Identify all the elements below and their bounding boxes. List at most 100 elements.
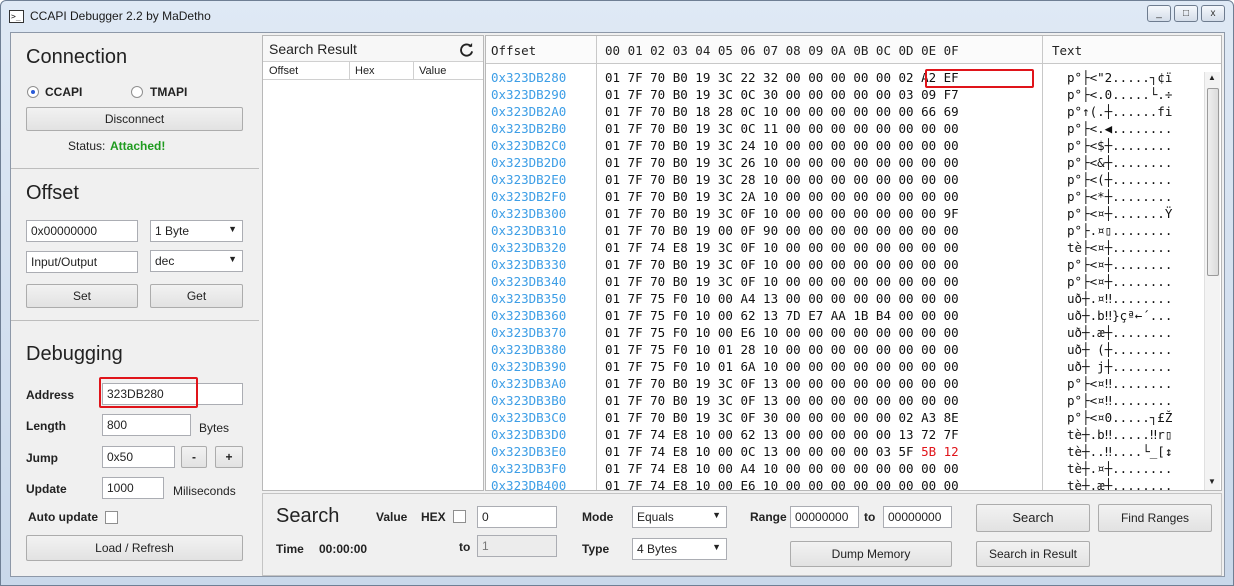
scrollbar-thumb[interactable] — [1207, 88, 1219, 276]
row-offset[interactable]: 0x323DB3D0 — [491, 427, 566, 442]
row-offset[interactable]: 0x323DB340 — [491, 274, 566, 289]
row-bytes[interactable]: 01 7F 74 E8 19 3C 0F 10 00 00 00 00 00 0… — [605, 240, 959, 255]
value-to-input[interactable]: 1 — [477, 535, 557, 557]
row-bytes[interactable]: 01 7F 70 B0 19 3C 0F 10 00 00 00 00 00 0… — [605, 274, 959, 289]
load-refresh-button[interactable]: Load / Refresh — [26, 535, 243, 561]
row-bytes[interactable]: 01 7F 75 F0 10 01 28 10 00 00 00 00 00 0… — [605, 342, 959, 357]
row-offset[interactable]: 0x323DB2F0 — [491, 189, 566, 204]
find-ranges-button[interactable]: Find Ranges — [1098, 504, 1212, 532]
tmapi-radio[interactable] — [131, 86, 143, 98]
row-offset[interactable]: 0x323DB2D0 — [491, 155, 566, 170]
row-offset[interactable]: 0x323DB3C0 — [491, 410, 566, 425]
byte-size-value: 1 Byte — [155, 224, 190, 238]
offset-input[interactable]: 0x00000000 — [26, 220, 138, 242]
row-offset[interactable]: 0x323DB280 — [491, 70, 566, 85]
length-input[interactable]: 800 — [102, 414, 191, 436]
row-bytes[interactable]: 01 7F 74 E8 10 00 0C 13 00 00 00 00 03 5… — [605, 444, 959, 459]
row-offset[interactable]: 0x323DB390 — [491, 359, 566, 374]
update-input[interactable]: 1000 — [102, 477, 164, 499]
row-offset[interactable]: 0x323DB370 — [491, 325, 566, 340]
row-bytes[interactable]: 01 7F 70 B0 19 3C 26 10 00 00 00 00 00 0… — [605, 155, 959, 170]
time-value: 00:00:00 — [319, 542, 368, 556]
row-bytes[interactable]: 01 7F 75 F0 10 00 62 13 7D E7 AA 1B B4 0… — [605, 308, 959, 323]
row-bytes[interactable]: 01 7F 70 B0 19 3C 0F 30 00 00 00 00 00 0… — [605, 410, 959, 425]
scroll-down-icon[interactable]: ▼ — [1208, 477, 1216, 486]
debugging-title: Debugging — [26, 343, 123, 365]
hex-checkbox[interactable] — [453, 510, 466, 523]
set-button[interactable]: Set — [26, 284, 138, 308]
row-offset[interactable]: 0x323DB3E0 — [491, 444, 566, 459]
row-bytes[interactable]: 01 7F 75 F0 10 00 E6 10 00 00 00 00 00 0… — [605, 325, 959, 340]
row-bytes[interactable]: 01 7F 70 B0 19 3C 0C 11 00 00 00 00 00 0… — [605, 121, 959, 136]
row-bytes[interactable]: 01 7F 70 B0 19 3C 0F 10 00 00 00 00 00 0… — [605, 206, 959, 221]
format-select[interactable]: dec ▼ — [150, 250, 243, 272]
title-bar[interactable]: >_ CCAPI Debugger 2.2 by MaDetho _ □ x — [1, 1, 1233, 31]
row-bytes[interactable]: 01 7F 70 B0 19 3C 2A 10 00 00 00 00 00 0… — [605, 189, 959, 204]
hex-header-bytes: 00 01 02 03 04 05 06 07 08 09 0A 0B 0C 0… — [605, 43, 959, 58]
row-offset[interactable]: 0x323DB2A0 — [491, 104, 566, 119]
type-select[interactable]: 4 Bytes ▼ — [632, 538, 727, 560]
hex-header-text: Text — [1052, 43, 1083, 58]
row-offset[interactable]: 0x323DB2E0 — [491, 172, 566, 187]
mode-select[interactable]: Equals ▼ — [632, 506, 727, 528]
tmapi-label[interactable]: TMAPI — [150, 85, 187, 99]
jump-input[interactable]: 0x50 — [102, 446, 175, 468]
search-in-result-button[interactable]: Search in Result — [976, 541, 1090, 567]
row-bytes[interactable]: 01 7F 70 B0 19 3C 22 32 00 00 00 00 00 0… — [605, 70, 959, 85]
row-bytes[interactable]: 01 7F 70 B0 19 3C 0C 30 00 00 00 00 00 0… — [605, 87, 959, 102]
get-button[interactable]: Get — [150, 284, 243, 308]
minimize-button[interactable]: _ — [1147, 5, 1171, 22]
scroll-up-icon[interactable]: ▲ — [1208, 73, 1216, 82]
row-bytes[interactable]: 01 7F 75 F0 10 01 6A 10 00 00 00 00 00 0… — [605, 359, 959, 374]
row-bytes[interactable]: 01 7F 74 E8 10 00 A4 10 00 00 00 00 00 0… — [605, 461, 959, 476]
chevron-down-icon: ▼ — [712, 542, 721, 552]
row-offset[interactable]: 0x323DB360 — [491, 308, 566, 323]
close-button[interactable]: x — [1201, 5, 1225, 22]
row-bytes[interactable]: 01 7F 74 E8 10 00 62 13 00 00 00 00 00 1… — [605, 427, 959, 442]
row-bytes[interactable]: 01 7F 70 B0 19 00 0F 90 00 00 00 00 00 0… — [605, 223, 959, 238]
row-offset[interactable]: 0x323DB350 — [491, 291, 566, 306]
range-label: Range — [750, 510, 787, 524]
row-offset[interactable]: 0x323DB380 — [491, 342, 566, 357]
row-offset[interactable]: 0x323DB3B0 — [491, 393, 566, 408]
row-offset[interactable]: 0x323DB300 — [491, 206, 566, 221]
row-offset[interactable]: 0x323DB2C0 — [491, 138, 566, 153]
column-hex[interactable]: Hex — [355, 65, 375, 77]
column-value[interactable]: Value — [419, 65, 446, 77]
row-offset[interactable]: 0x323DB330 — [491, 257, 566, 272]
jump-plus-button[interactable]: + — [215, 446, 243, 468]
refresh-icon[interactable] — [459, 42, 474, 57]
row-offset[interactable]: 0x323DB3F0 — [491, 461, 566, 476]
row-bytes[interactable]: 01 7F 74 E8 10 00 E6 10 00 00 00 00 00 0… — [605, 478, 959, 490]
range-from-input[interactable]: 00000000 — [790, 506, 859, 528]
row-bytes[interactable]: 01 7F 70 B0 19 3C 0F 13 00 00 00 00 00 0… — [605, 376, 959, 391]
row-bytes[interactable]: 01 7F 75 F0 10 00 A4 13 00 00 00 00 00 0… — [605, 291, 959, 306]
row-offset[interactable]: 0x323DB290 — [491, 87, 566, 102]
row-bytes[interactable]: 01 7F 70 B0 19 3C 28 10 00 00 00 00 00 0… — [605, 172, 959, 187]
maximize-button[interactable]: □ — [1174, 5, 1198, 22]
row-offset[interactable]: 0x323DB3A0 — [491, 376, 566, 391]
byte-size-select[interactable]: 1 Byte ▼ — [150, 220, 243, 242]
row-offset[interactable]: 0x323DB310 — [491, 223, 566, 238]
ccapi-label[interactable]: CCAPI — [45, 85, 82, 99]
search-button[interactable]: Search — [976, 504, 1090, 532]
jump-minus-button[interactable]: - — [181, 446, 207, 468]
row-bytes[interactable]: 01 7F 70 B0 19 3C 24 10 00 00 00 00 00 0… — [605, 138, 959, 153]
row-bytes[interactable]: 01 7F 70 B0 18 28 0C 10 00 00 00 00 00 0… — [605, 104, 959, 119]
value-input[interactable]: 0 — [477, 506, 557, 528]
search-result-title: Search Result — [269, 41, 357, 57]
column-offset[interactable]: Offset — [269, 65, 298, 77]
row-offset[interactable]: 0x323DB320 — [491, 240, 566, 255]
disconnect-button[interactable]: Disconnect — [26, 107, 243, 131]
ccapi-radio[interactable] — [27, 86, 39, 98]
hex-scrollbar[interactable]: ▲ ▼ — [1204, 72, 1220, 490]
row-bytes[interactable]: 01 7F 70 B0 19 3C 0F 13 00 00 00 00 00 0… — [605, 393, 959, 408]
range-to-input[interactable]: 00000000 — [883, 506, 952, 528]
row-bytes[interactable]: 01 7F 70 B0 19 3C 0F 10 00 00 00 00 00 0… — [605, 257, 959, 272]
io-input[interactable]: Input/Output — [26, 251, 138, 273]
hex-header-offset: Offset — [491, 43, 537, 58]
auto-update-checkbox[interactable] — [105, 511, 118, 524]
row-offset[interactable]: 0x323DB400 — [491, 478, 566, 490]
row-offset[interactable]: 0x323DB2B0 — [491, 121, 566, 136]
dump-memory-button[interactable]: Dump Memory — [790, 541, 952, 567]
